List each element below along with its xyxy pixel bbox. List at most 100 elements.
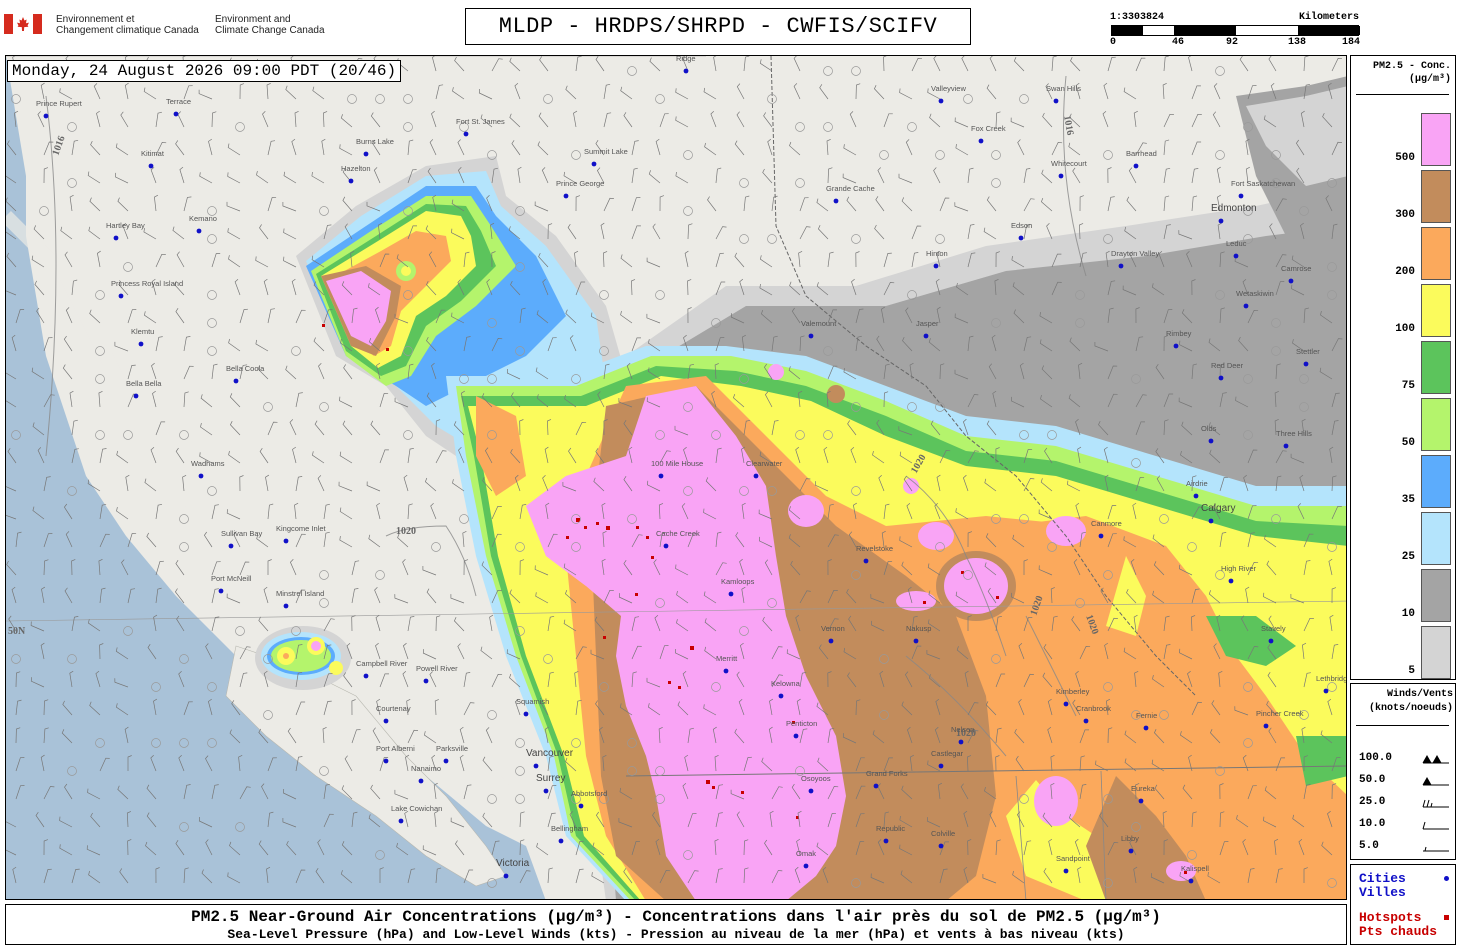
place-label: Lethbridge (1316, 674, 1347, 683)
city-marker (363, 151, 369, 157)
city-marker (233, 378, 239, 384)
city-marker (133, 393, 139, 399)
wind-barb-icon (1422, 821, 1449, 830)
place-label: Kamloops (721, 577, 755, 586)
place-label: Revelstoke (856, 544, 893, 553)
city-marker (418, 778, 424, 784)
place-label: Sandpoint (1056, 854, 1091, 863)
city-marker (283, 603, 289, 609)
wind-barb-icon (1422, 776, 1449, 786)
city-marker (808, 333, 814, 339)
department-name-en: Environment and Climate Change Canada (215, 14, 325, 36)
city-marker (1143, 725, 1149, 731)
city-marker (1263, 723, 1269, 729)
wind-legend-row: 25.0 (1359, 796, 1451, 810)
place-label: Eureka (1131, 784, 1156, 793)
city-marker (198, 473, 204, 479)
wind-legend-title: Winds/Vents (knots/noeuds) (1368, 689, 1453, 714)
place-label: Kitimat (141, 149, 165, 158)
city-marker (348, 178, 354, 184)
place-label: Omak (796, 849, 816, 858)
city-marker (793, 733, 799, 739)
product-title: MLDP - HRDPS/SHRPD - CWFIS/SCIFV (465, 8, 971, 45)
place-label: Squamish (516, 697, 549, 706)
caption-line-2: Sea-Level Pressure (hPa) and Low-Level W… (227, 927, 1125, 942)
city-marker (883, 838, 889, 844)
place-label: Princess Royal Island (111, 279, 183, 288)
place-label: Castlegar (931, 749, 964, 758)
legend-swatch (1421, 227, 1451, 280)
cities-label-fr: Villes (1359, 885, 1406, 900)
city-marker (173, 111, 179, 117)
wind-legend-row: 100.0 (1359, 752, 1451, 766)
place-label: Courtenay (376, 704, 411, 713)
scale-ratio: 1:3303824 (1110, 12, 1165, 23)
place-label: Jasper (916, 319, 939, 328)
place-label: Whitecourt (1051, 159, 1088, 168)
valid-time: Monday, 24 August 2026 09:00 PDT (20/46) (7, 60, 402, 82)
place-label: Port McNeill (211, 574, 252, 583)
place-label: 100 Mile House (651, 459, 703, 468)
city-marker (1138, 798, 1144, 804)
city-marker (1133, 163, 1139, 169)
city-marker (938, 98, 944, 104)
place-label: Fort St. James (456, 117, 505, 126)
map-canvas: 1016 1016 1020 1020 1020 1020 1020 50N P… (6, 56, 1347, 899)
city-marker (723, 668, 729, 674)
scale-tick: 184 (1342, 37, 1361, 48)
city-marker (591, 161, 597, 167)
city-marker (113, 235, 119, 241)
city-marker (578, 803, 584, 809)
place-label: Canmore (1091, 519, 1122, 528)
place-label: Cranbrook (1076, 704, 1111, 713)
concentration-legend: PM2.5 - Conc. (µg/m³) 500 300 200 100 75 50 35… (1350, 55, 1456, 680)
legend-tick-label: 50 (1401, 437, 1415, 449)
scale-tick: 92 (1226, 37, 1239, 48)
scale-tick: 138 (1288, 37, 1307, 48)
legend-tick-label: 10 (1401, 608, 1415, 620)
hotspots-label-en: Hotspots (1359, 910, 1422, 925)
city-marker (1053, 98, 1059, 104)
smoke-forecast-map[interactable]: 1016 1016 1020 1020 1020 1020 1020 50N P… (5, 55, 1347, 900)
cities-label-en: Cities (1359, 871, 1406, 886)
place-label: Vernon (821, 624, 845, 633)
city-marker (1233, 253, 1239, 259)
place-label: Klemtu (131, 327, 154, 336)
city-marker (1058, 173, 1064, 179)
city-marker (683, 68, 689, 74)
city-marker (938, 763, 944, 769)
legend-tick-label: 25 (1401, 551, 1415, 563)
place-label: Olds (1201, 424, 1217, 433)
city-marker (383, 718, 389, 724)
city-marker (873, 783, 879, 789)
legend-tick-label: 5 (1408, 665, 1415, 677)
city-marker (1323, 688, 1329, 694)
city-marker (523, 711, 529, 717)
city-marker (1188, 878, 1194, 884)
city-marker (196, 228, 202, 234)
place-label: Kemano (189, 214, 217, 223)
scale-bar-graphic (1111, 25, 1360, 36)
place-label: Camrose (1281, 264, 1311, 273)
place-label: Nelson (951, 725, 974, 734)
city-marker (1228, 578, 1234, 584)
place-label: Wadhams (191, 459, 225, 468)
city-marker (533, 763, 539, 769)
place-label: Grande Cache (826, 184, 875, 193)
place-label: Republic (876, 824, 905, 833)
wind-barb-icon (1423, 846, 1449, 852)
legend-swatch (1421, 398, 1451, 451)
city-marker (563, 193, 569, 199)
city-marker (913, 638, 919, 644)
latitude-label: 50N (8, 626, 26, 637)
city-marker (753, 473, 759, 479)
place-label: Abbotsford (571, 789, 607, 798)
legend-tick-label: 200 (1395, 266, 1415, 278)
city-marker (1218, 375, 1224, 381)
place-label: Port Alberni (376, 744, 415, 753)
place-label: Hinton (926, 249, 948, 258)
city-marker (1208, 438, 1214, 444)
place-label: Merritt (716, 654, 738, 663)
city-marker (1083, 718, 1089, 724)
place-label: Minstrel Island (276, 589, 324, 598)
